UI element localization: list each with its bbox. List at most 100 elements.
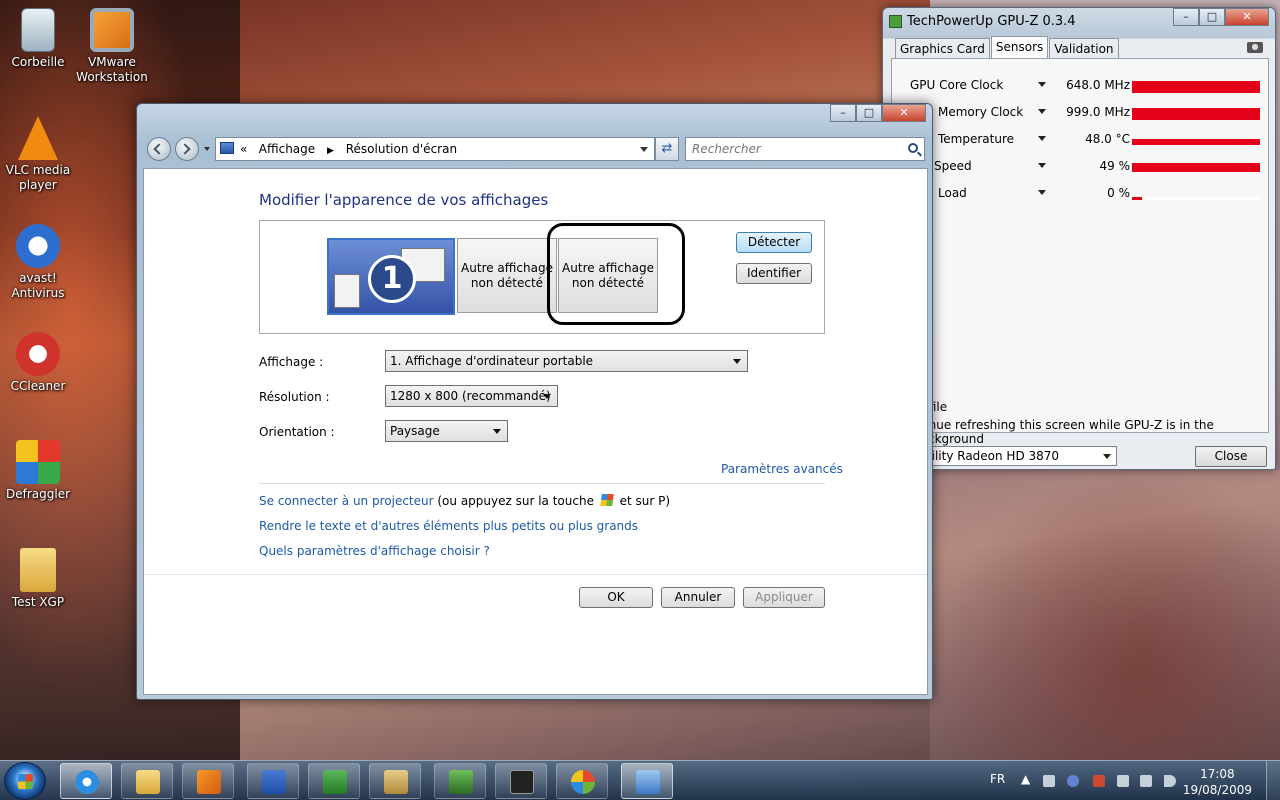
network-tray-icon[interactable]: [1043, 775, 1055, 787]
close-button[interactable]: ✕: [882, 104, 926, 122]
desktop-icon-label: CCleaner: [10, 379, 66, 393]
desktop-icon-label: avast! Antivirus: [11, 271, 65, 300]
control-panel-icon: [220, 142, 234, 154]
apply-button[interactable]: Appliquer: [743, 587, 825, 608]
sensor-graph: [1132, 197, 1260, 200]
desktop-icon-label: VMware Workstation: [76, 55, 148, 84]
clock[interactable]: 17:08 19/08/2009: [1183, 766, 1252, 798]
breadcrumb-overflow[interactable]: «: [240, 142, 247, 156]
chevron-down-icon[interactable]: [1038, 82, 1046, 87]
desktop-icon-recycle-bin[interactable]: Corbeille: [0, 8, 76, 70]
taskbar-item[interactable]: [60, 763, 112, 799]
show-hidden-icons[interactable]: ▲: [1021, 772, 1030, 786]
chevron-down-icon[interactable]: [1038, 163, 1046, 168]
breadcrumb-affichage[interactable]: Affichage: [259, 142, 315, 156]
minimize-button[interactable]: –: [830, 104, 856, 122]
tab-sensors[interactable]: Sensors: [990, 36, 1049, 59]
back-arrow-icon: [153, 143, 165, 155]
desktop-icon-avast[interactable]: avast! Antivirus: [0, 224, 76, 301]
orientation-select[interactable]: Paysage: [385, 420, 508, 442]
text-size-link[interactable]: Rendre le texte et d'autres éléments plu…: [259, 519, 638, 533]
taskbar-item[interactable]: [556, 763, 608, 799]
search-input[interactable]: [692, 139, 902, 159]
which-settings-link[interactable]: Quels paramètres d'affichage choisir ?: [259, 544, 490, 558]
desktop-icon-vmware[interactable]: VMware Workstation: [74, 8, 150, 85]
vmware-icon: [90, 8, 134, 52]
orientation-label: Orientation :: [259, 425, 335, 439]
search-box[interactable]: [685, 137, 925, 161]
projector-row: Se connecter à un projecteur (ou appuyez…: [259, 494, 670, 508]
device-tray-icon[interactable]: [1117, 775, 1129, 787]
start-button[interactable]: [4, 762, 46, 800]
windows-key-icon: [599, 494, 614, 506]
sensor-value: 0 %: [1107, 186, 1130, 200]
identify-button[interactable]: Identifier: [736, 263, 812, 284]
desktop-icon-defraggler[interactable]: Defraggler: [0, 440, 76, 502]
taskbar-item[interactable]: [121, 763, 173, 799]
flag-tray-icon[interactable]: [1093, 775, 1105, 787]
refresh-button[interactable]: ⇄: [655, 137, 679, 161]
clock-time: 17:08: [1200, 767, 1235, 781]
sensor-graph: [1132, 108, 1260, 120]
taskbar-item[interactable]: [247, 763, 299, 799]
sensor-row-memory-clock: Memory Clock 999.0 MHz: [892, 102, 1270, 124]
breadcrumb-resolution[interactable]: Résolution d'écran: [346, 142, 457, 156]
breadcrumb-separator-icon[interactable]: ▶: [327, 146, 334, 156]
gpuz-window-buttons: – □ ✕: [1173, 8, 1269, 26]
gpuz-window[interactable]: TechPowerUp GPU-Z 0.3.4 – □ ✕ Graphics C…: [882, 7, 1276, 470]
ok-button[interactable]: OK: [579, 587, 653, 608]
advanced-settings-link[interactable]: Paramètres avancés: [721, 462, 843, 476]
maximize-button[interactable]: □: [1199, 8, 1225, 26]
sensor-row-fan-speed: Speed 49 %: [892, 156, 1270, 178]
language-indicator[interactable]: FR: [990, 772, 1005, 786]
display-tray-icon[interactable]: [1140, 775, 1152, 787]
continue-refresh-checkbox[interactable]: ntinue refreshing this screen while GPU-…: [913, 418, 1275, 446]
desktop-icon-vlc[interactable]: VLC media player: [0, 116, 76, 193]
chevron-down-icon: [493, 429, 501, 434]
media-player-icon: [197, 770, 221, 794]
chevron-down-icon[interactable]: [640, 147, 648, 152]
sensor-graph: [1132, 139, 1260, 145]
taskbar-item[interactable]: [434, 763, 486, 799]
desktop-icon-label: Corbeille: [11, 55, 65, 69]
chevron-down-icon[interactable]: [1038, 136, 1046, 141]
chevron-down-icon[interactable]: [1038, 190, 1046, 195]
taskbar-item[interactable]: [369, 763, 421, 799]
monitor-2[interactable]: Autre affichage non détecté: [457, 238, 557, 313]
chevron-down-icon[interactable]: [1038, 109, 1046, 114]
cancel-button[interactable]: Annuler: [661, 587, 735, 608]
folder-icon: [20, 548, 56, 592]
maximize-button[interactable]: □: [856, 104, 882, 122]
divider: [259, 483, 825, 484]
detect-button[interactable]: Détecter: [736, 232, 812, 253]
minimize-button[interactable]: –: [1173, 8, 1199, 26]
search-icon[interactable]: [908, 143, 918, 153]
taskbar: FR ▲ 17:08 19/08/2009: [0, 760, 1280, 800]
power-tray-icon[interactable]: [1067, 775, 1079, 787]
close-button[interactable]: ✕: [1225, 8, 1269, 26]
forward-arrow-icon: [179, 143, 191, 155]
show-desktop-button[interactable]: [1266, 761, 1280, 800]
display-settings-window[interactable]: – □ ✕ « Affichage ▶ Résolution d'écran ⇄…: [136, 103, 933, 700]
sensor-graph: [1132, 81, 1260, 93]
projector-link[interactable]: Se connecter à un projecteur: [259, 494, 434, 508]
resolution-select[interactable]: 1280 x 800 (recommandé): [385, 385, 558, 407]
taskbar-item[interactable]: [495, 763, 547, 799]
display-select[interactable]: 1. Affichage d'ordinateur portable: [385, 350, 748, 372]
monitor-1[interactable]: 1: [327, 238, 455, 315]
recent-pages-dropdown[interactable]: [204, 147, 210, 151]
forward-button[interactable]: [175, 137, 199, 161]
gpu-select[interactable]: bility Radeon HD 3870: [919, 446, 1117, 466]
desktop-icon-test-xgp[interactable]: Test XGP: [0, 548, 76, 610]
taskbar-item[interactable]: [182, 763, 234, 799]
taskbar-item[interactable]: [621, 763, 673, 799]
camera-icon[interactable]: ●: [1247, 42, 1263, 53]
back-button[interactable]: [147, 137, 171, 161]
address-bar[interactable]: « Affichage ▶ Résolution d'écran: [215, 137, 655, 161]
gpuz-close-button[interactable]: Close: [1195, 446, 1267, 467]
navigation-bar: « Affichage ▶ Résolution d'écran ⇄: [143, 134, 928, 164]
desktop-icon-ccleaner[interactable]: CCleaner: [0, 332, 76, 394]
volume-icon[interactable]: [1164, 775, 1176, 787]
content-pane: Modifier l'apparence de vos affichages 1…: [143, 168, 928, 695]
taskbar-item[interactable]: [308, 763, 360, 799]
